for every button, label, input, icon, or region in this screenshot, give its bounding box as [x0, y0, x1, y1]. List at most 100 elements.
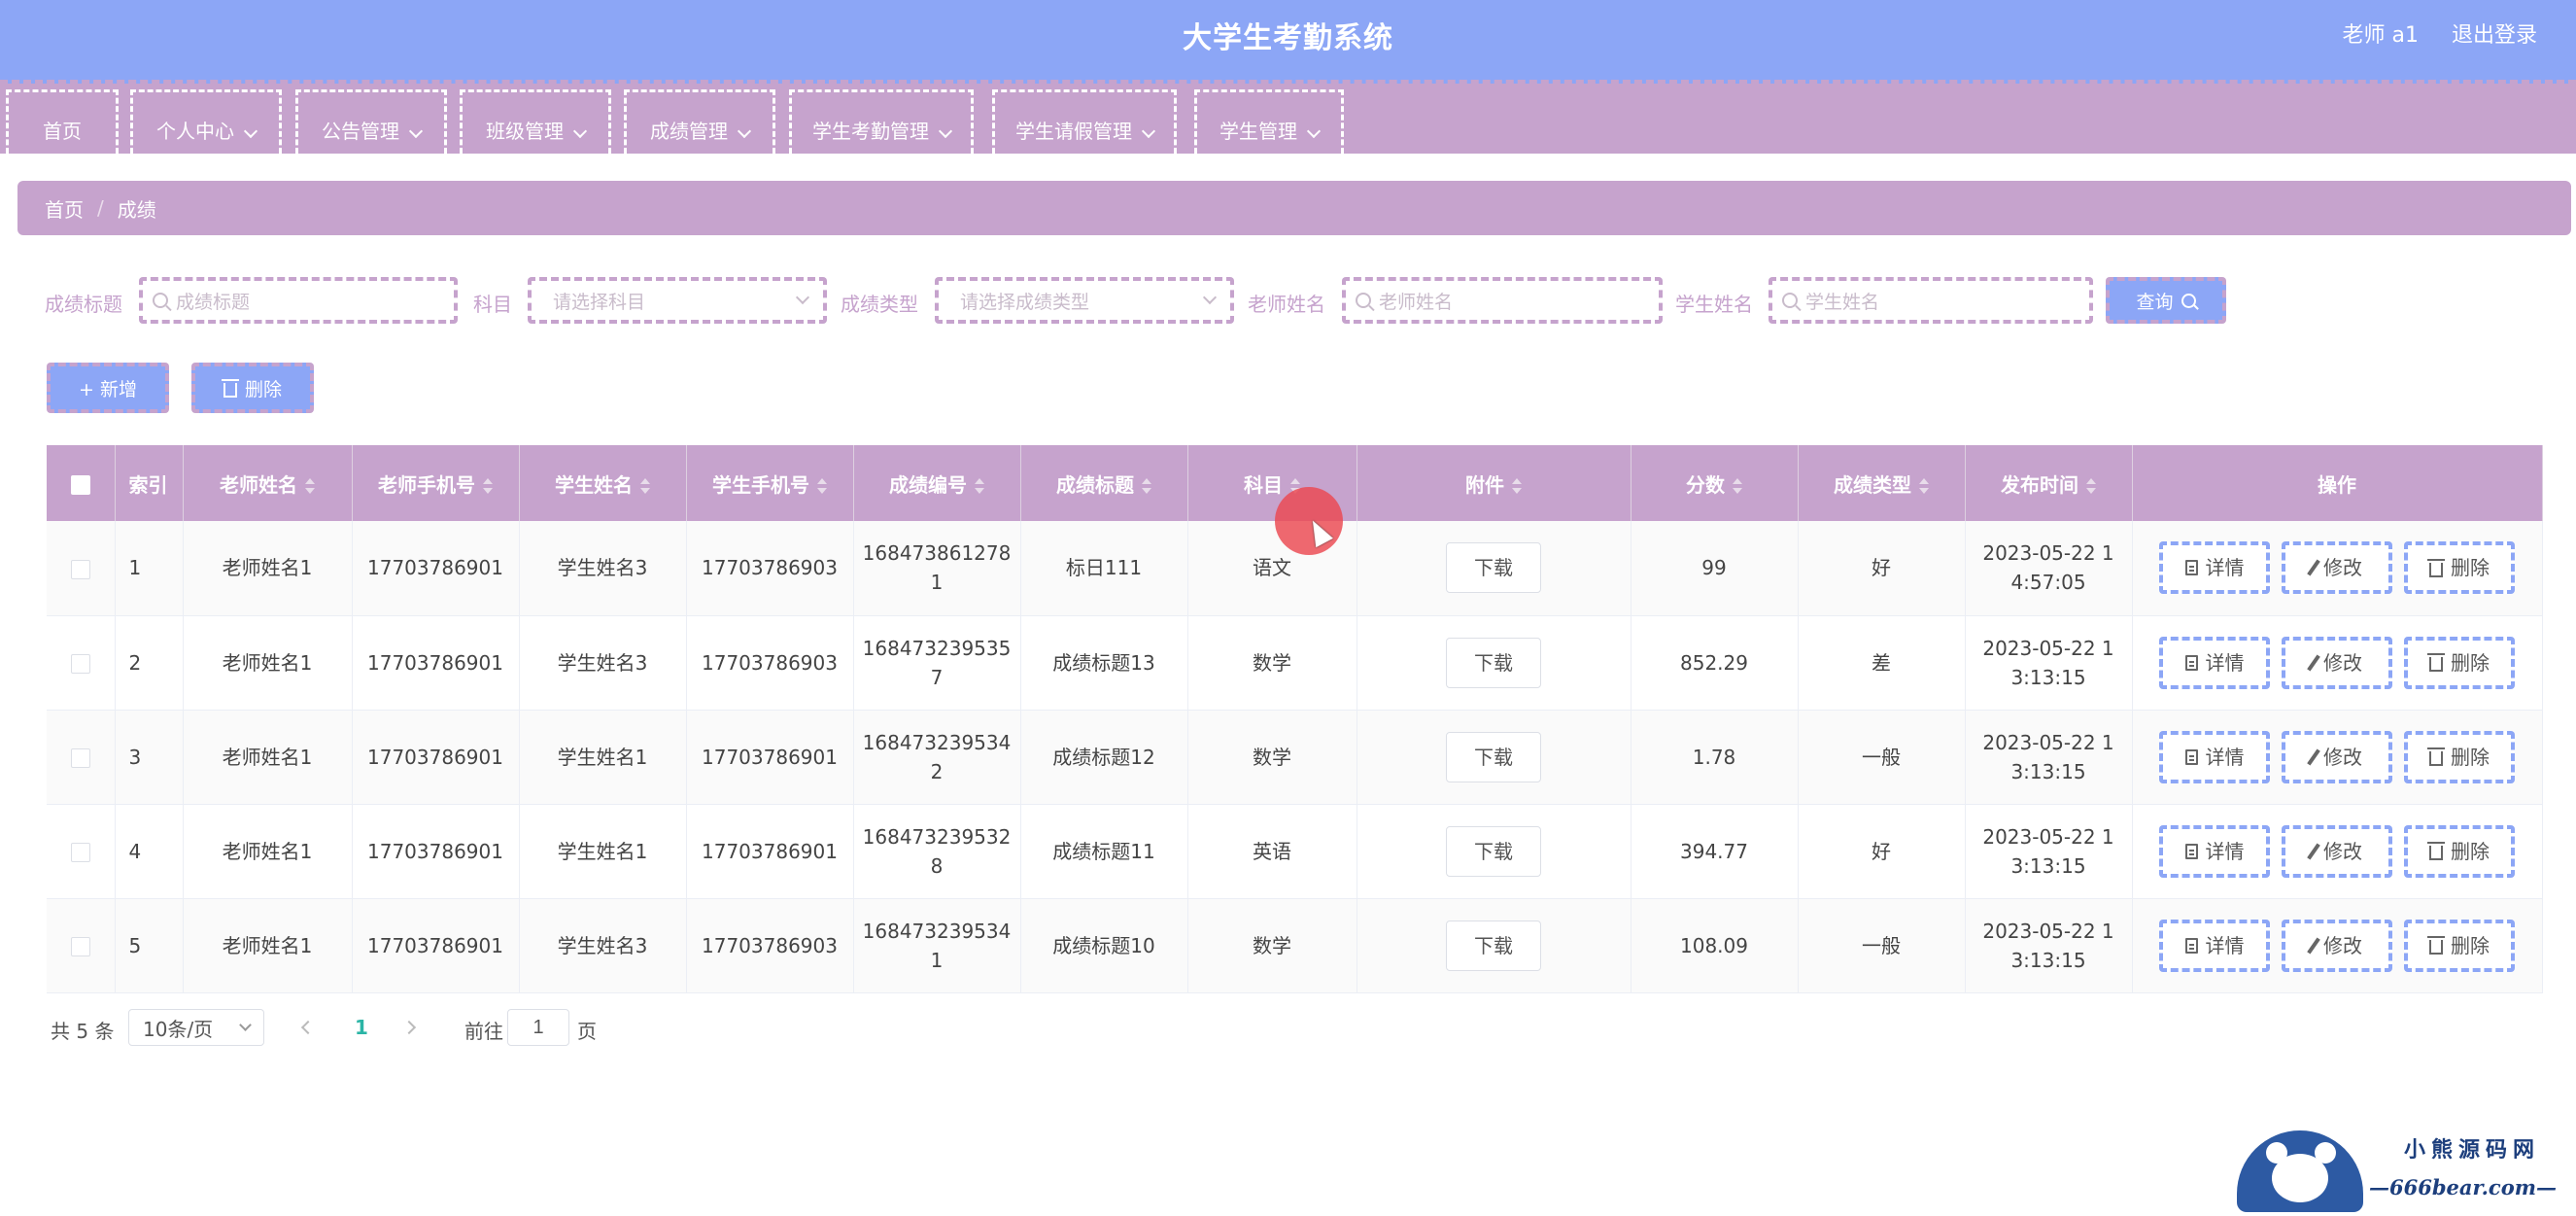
add-button[interactable]: + 新增 [47, 363, 169, 413]
goto-page-input[interactable] [507, 1009, 569, 1046]
time-line: 3:13:15 [2010, 665, 2086, 689]
col-score[interactable]: 分数 [1631, 445, 1799, 521]
detail-button[interactable]: 详情 [2159, 636, 2270, 689]
delete-label: 删除 [2451, 933, 2490, 957]
nav-item-grades[interactable]: 成绩管理 [624, 89, 775, 154]
cell-index: 5 [115, 898, 184, 993]
detail-button[interactable]: 详情 [2159, 730, 2270, 783]
cell-title: 成绩标题13 [1020, 615, 1188, 711]
code-line: 7 [930, 665, 944, 689]
detail-button[interactable]: 详情 [2159, 824, 2270, 878]
nav-item-personal[interactable]: 个人中心 [130, 89, 282, 154]
sort-icon[interactable] [1919, 478, 1929, 494]
chevron-down-icon [737, 123, 752, 139]
cell-score: 99 [1631, 521, 1799, 616]
sort-icon[interactable] [1142, 478, 1151, 494]
goto-suffix: 页 [577, 1020, 597, 1043]
nav-item-students[interactable]: 学生管理 [1194, 89, 1344, 154]
col-teacher[interactable]: 老师姓名 [183, 445, 353, 521]
col-code[interactable]: 成绩编号 [853, 445, 1021, 521]
download-button[interactable]: 下载 [1446, 637, 1541, 688]
delete-button[interactable]: 删除 [2404, 824, 2515, 878]
search-icon [153, 293, 168, 308]
sort-icon[interactable] [2086, 478, 2096, 494]
cell-attachment: 下载 [1357, 898, 1631, 993]
download-button[interactable]: 下载 [1446, 920, 1541, 971]
sort-icon[interactable] [640, 478, 650, 494]
sort-icon[interactable] [483, 478, 493, 494]
edit-button[interactable]: 修改 [2282, 541, 2392, 595]
col-type[interactable]: 成绩类型 [1798, 445, 1966, 521]
cell-subject: 英语 [1187, 804, 1357, 899]
delete-button[interactable]: 删除 [2404, 730, 2515, 783]
edit-button[interactable]: 修改 [2282, 919, 2392, 972]
cell-type: 好 [1798, 804, 1966, 899]
nav-label: 公告管理 [322, 120, 399, 143]
sort-icon[interactable] [975, 478, 984, 494]
time-line: 2023-05-22 1 [1982, 824, 2114, 849]
query-button[interactable]: 查询 [2106, 277, 2226, 324]
row-checkbox[interactable] [70, 748, 90, 768]
download-button[interactable]: 下载 [1446, 825, 1541, 877]
row-checkbox[interactable] [70, 937, 90, 956]
watermark: 小熊源码网 —666bear.com— [2237, 1130, 2567, 1212]
col-title[interactable]: 成绩标题 [1020, 445, 1188, 521]
bulk-delete-button[interactable]: 删除 [191, 363, 314, 413]
col-time[interactable]: 发布时间 [1965, 445, 2133, 521]
type-select[interactable]: 请选择成绩类型 [935, 277, 1234, 324]
col-student-phone[interactable]: 学生手机号 [686, 445, 854, 521]
student-search-input[interactable]: 学生姓名 [1769, 277, 2093, 324]
col-label: 老师姓名 [220, 472, 297, 497]
sort-icon[interactable] [817, 478, 827, 494]
nav-item-notice[interactable]: 公告管理 [295, 89, 447, 154]
time-line: 3:13:15 [2010, 759, 2086, 783]
col-attachment[interactable]: 附件 [1357, 445, 1631, 521]
student-placeholder: 学生姓名 [1805, 291, 1880, 313]
title-search-input[interactable]: 成绩标题 [139, 277, 458, 324]
select-all-checkbox[interactable] [70, 474, 90, 495]
delete-button[interactable]: 删除 [2404, 541, 2515, 595]
nav-item-leave[interactable]: 学生请假管理 [992, 89, 1177, 154]
sort-icon[interactable] [1733, 478, 1742, 494]
current-page[interactable]: 1 [355, 1016, 368, 1039]
cell-teacher-phone: 17703786901 [352, 615, 520, 711]
cell-title: 成绩标题11 [1020, 804, 1188, 899]
detail-label: 详情 [2205, 556, 2245, 580]
row-checkbox[interactable] [70, 559, 90, 579]
prev-page-icon[interactable] [300, 1020, 316, 1035]
cell-teacher-phone: 17703786901 [352, 898, 520, 993]
teacher-search-input[interactable]: 老师姓名 [1342, 277, 1663, 324]
sort-icon[interactable] [305, 478, 315, 494]
nav-label: 首页 [43, 120, 82, 143]
nav-item-class[interactable]: 班级管理 [460, 89, 611, 154]
row-checkbox[interactable] [70, 654, 90, 674]
sort-icon[interactable] [1512, 478, 1522, 494]
col-operations: 操作 [2132, 445, 2543, 521]
next-page-icon[interactable] [401, 1020, 417, 1035]
nav-item-attendance[interactable]: 学生考勤管理 [789, 89, 974, 154]
delete-button[interactable]: 删除 [2404, 636, 2515, 689]
download-button[interactable]: 下载 [1446, 542, 1541, 594]
breadcrumb-home[interactable]: 首页 [45, 194, 84, 223]
col-student[interactable]: 学生姓名 [519, 445, 687, 521]
page-size-select[interactable]: 10条/页 [128, 1009, 264, 1046]
cell-teacher: 老师姓名1 [183, 615, 353, 711]
chevron-down-icon [1306, 123, 1322, 139]
detail-button[interactable]: 详情 [2159, 919, 2270, 972]
row-checkbox[interactable] [70, 843, 90, 862]
col-label: 成绩编号 [889, 472, 967, 497]
code-line: 168473239534 [862, 730, 1012, 754]
cell-student: 学生姓名3 [519, 521, 687, 616]
edit-button[interactable]: 修改 [2282, 636, 2392, 689]
nav-item-home[interactable]: 首页 [6, 89, 119, 154]
col-teacher-phone[interactable]: 老师手机号 [352, 445, 520, 521]
delete-button[interactable]: 删除 [2404, 919, 2515, 972]
cell-operations: 详情 修改 删除 [2132, 710, 2543, 805]
edit-button[interactable]: 修改 [2282, 730, 2392, 783]
logout-link[interactable]: 退出登录 [2452, 17, 2537, 49]
student-label: 学生姓名 [1675, 293, 1753, 316]
detail-button[interactable]: 详情 [2159, 541, 2270, 595]
download-button[interactable]: 下载 [1446, 731, 1541, 782]
subject-select[interactable]: 请选择科目 [528, 277, 827, 324]
edit-button[interactable]: 修改 [2282, 824, 2392, 878]
